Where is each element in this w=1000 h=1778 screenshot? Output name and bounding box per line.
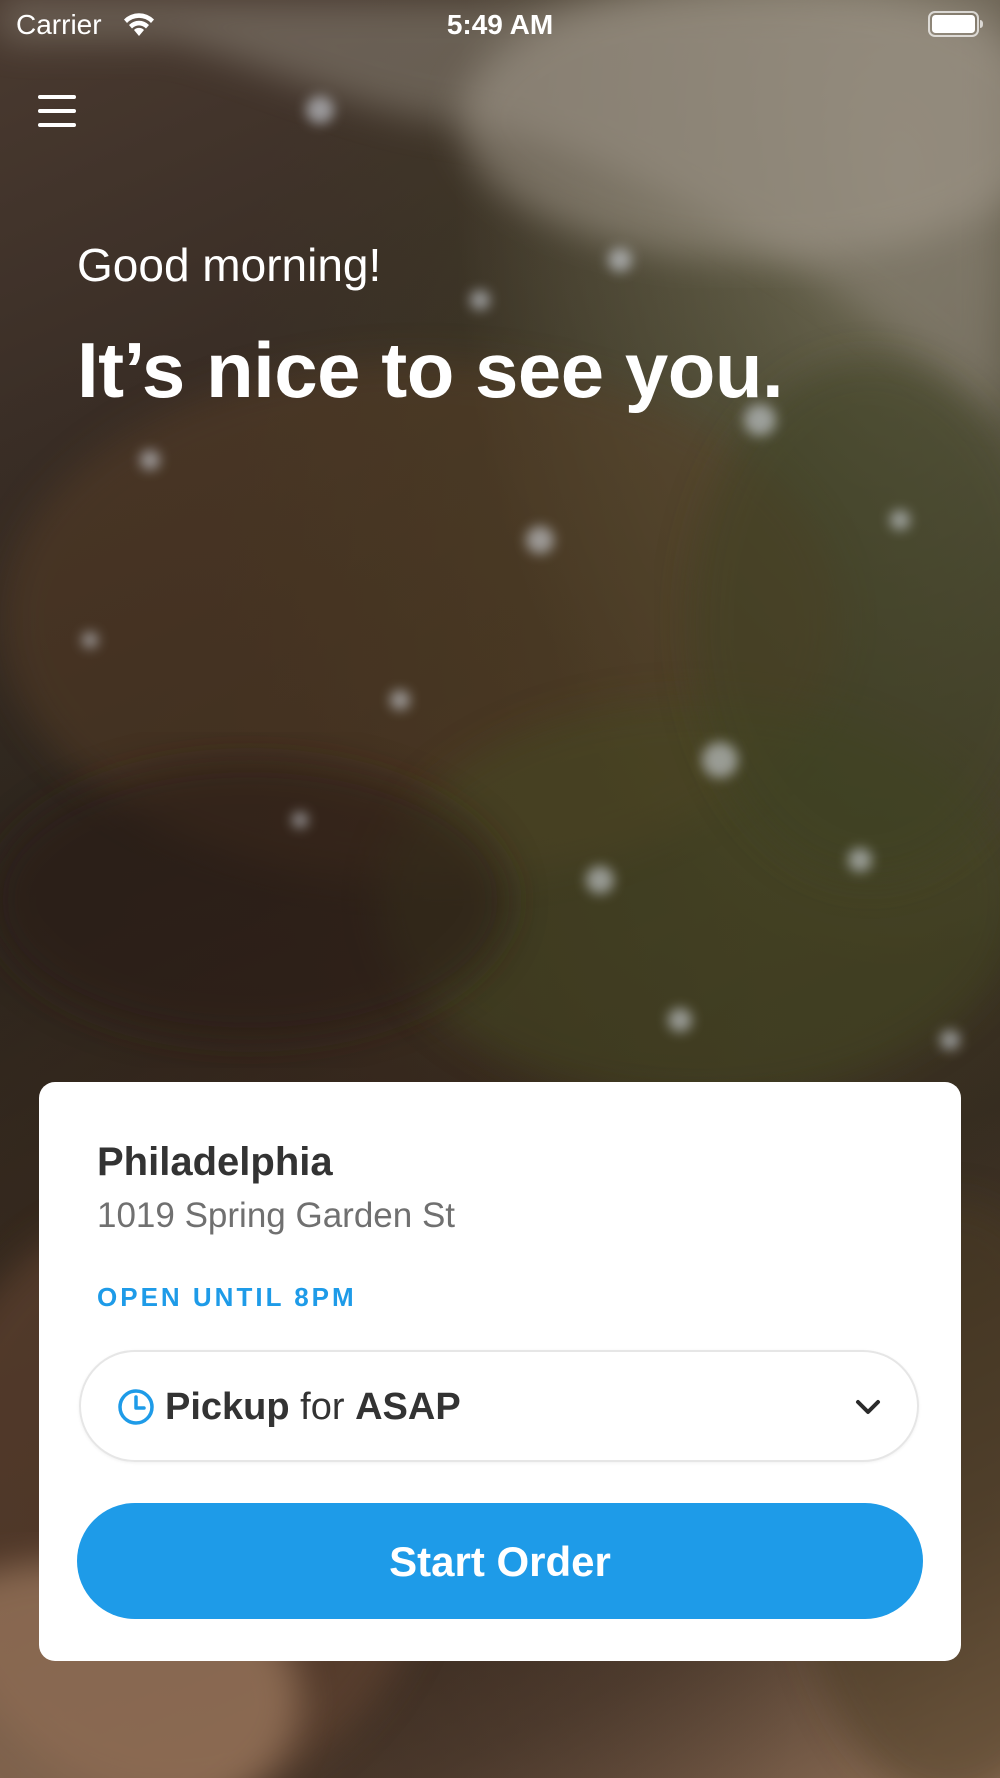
location-address: 1019 Spring Garden St — [97, 1196, 456, 1235]
battery-full-icon — [928, 11, 983, 37]
location-city: Philadelphia — [97, 1140, 333, 1184]
order-mode-time: ASAP — [355, 1386, 461, 1428]
menu-button[interactable] — [38, 95, 80, 131]
home-screen: Carrier 5:49 AM Good morning! It’s nice … — [0, 0, 1000, 1778]
start-order-button[interactable]: Start Order — [77, 1503, 923, 1619]
headline-text: It’s nice to see you. — [77, 326, 784, 414]
hamburger-menu-icon — [38, 95, 76, 99]
order-mode-connector: for — [300, 1386, 345, 1428]
store-hours: OPEN UNTIL 8PM — [97, 1282, 357, 1312]
location-card: Philadelphia 1019 Spring Garden St OPEN … — [39, 1082, 961, 1661]
clock-icon — [118, 1389, 154, 1425]
order-mode-dropdown[interactable]: Pickup for ASAP — [79, 1350, 919, 1462]
chevron-down-icon — [856, 1400, 880, 1414]
order-mode-type: Pickup — [165, 1386, 290, 1428]
status-bar: Carrier 5:49 AM — [0, 0, 1000, 50]
greeting-text: Good morning! — [77, 239, 382, 291]
status-time: 5:49 AM — [446, 9, 554, 40]
order-mode-text: Pickup for ASAP — [165, 1386, 461, 1429]
